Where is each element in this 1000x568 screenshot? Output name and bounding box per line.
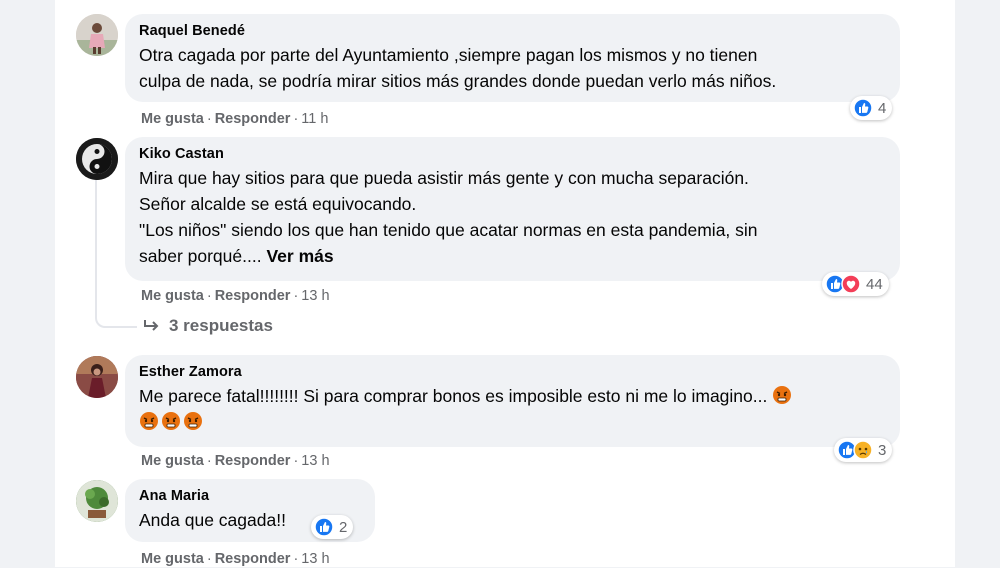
like-button[interactable]: Me gusta bbox=[141, 111, 204, 127]
separator: · bbox=[206, 111, 212, 127]
comment-text: Otra cagada por parte del Ayuntamiento ,… bbox=[139, 42, 886, 94]
emoji-line bbox=[139, 409, 886, 435]
reaction-summary[interactable]: 44 bbox=[822, 272, 889, 296]
separator: · bbox=[206, 288, 212, 304]
separator: · bbox=[293, 288, 299, 304]
comment-author[interactable]: Ana Maria bbox=[139, 487, 361, 505]
timestamp[interactable]: 13 h bbox=[301, 453, 329, 469]
comment-author[interactable]: Kiko Castan bbox=[139, 145, 886, 163]
reaction-summary[interactable]: 3 bbox=[834, 438, 893, 462]
like-button[interactable]: Me gusta bbox=[141, 551, 204, 567]
see-more-link[interactable]: Ver más bbox=[266, 246, 333, 266]
timestamp[interactable]: 11 h bbox=[301, 111, 328, 127]
comment-text: Me parece fatal!!!!!!!! Si para comprar … bbox=[139, 383, 886, 435]
angry-emoji-icon bbox=[161, 411, 181, 431]
reaction-count: 2 bbox=[339, 518, 348, 536]
separator: · bbox=[206, 551, 212, 567]
comment-actions: Me gusta · Responder · 13 h bbox=[141, 287, 330, 305]
reply-arrow-icon bbox=[144, 320, 159, 331]
timestamp[interactable]: 13 h bbox=[301, 288, 329, 304]
avatar[interactable] bbox=[76, 14, 118, 56]
comment-bubble: Raquel Benedé Otra cagada por parte del … bbox=[125, 14, 900, 102]
love-icon bbox=[841, 274, 861, 294]
replies-label: 3 respuestas bbox=[169, 316, 273, 335]
angry-emoji-icon bbox=[772, 385, 792, 405]
comment-text: Mira que hay sitios para que pueda asist… bbox=[139, 165, 886, 269]
comment-text-line: Otra cagada por parte del Ayuntamiento ,… bbox=[139, 45, 758, 65]
comment-actions: Me gusta · Responder · 13 h bbox=[141, 550, 330, 568]
separator: · bbox=[293, 453, 299, 469]
separator: · bbox=[293, 551, 299, 567]
like-icon bbox=[853, 98, 873, 118]
reaction-count: 44 bbox=[866, 275, 883, 293]
comment-text-line: Me parece fatal!!!!!!!! Si para comprar … bbox=[139, 383, 886, 409]
reply-button[interactable]: Responder bbox=[215, 551, 291, 567]
comment-text-line: Señor alcalde se está equivocando. bbox=[139, 194, 417, 214]
comment-actions: Me gusta · Responder · 13 h bbox=[141, 452, 330, 470]
reaction-count: 3 bbox=[878, 441, 887, 459]
comment-text-line: culpa de nada, se podría mirar sitios má… bbox=[139, 71, 777, 91]
timestamp[interactable]: 13 h bbox=[301, 551, 329, 567]
like-icon bbox=[314, 517, 334, 537]
comment-bubble: Kiko Castan Mira que hay sitios para que… bbox=[125, 137, 900, 281]
comment-author[interactable]: Esther Zamora bbox=[139, 363, 886, 381]
angry-emoji-icon bbox=[139, 411, 159, 431]
separator: · bbox=[206, 453, 212, 469]
reaction-count: 4 bbox=[878, 99, 887, 117]
reply-button[interactable]: Responder bbox=[215, 111, 291, 127]
reply-button[interactable]: Responder bbox=[215, 453, 291, 469]
avatar[interactable] bbox=[76, 356, 118, 398]
comment-text-line: "Los niños" siendo los que han tenido qu… bbox=[139, 220, 758, 240]
reaction-summary[interactable]: 2 bbox=[311, 515, 354, 539]
avatar[interactable] bbox=[76, 480, 118, 522]
angry-emoji-icon bbox=[183, 411, 203, 431]
comments-panel: Raquel Benedé Otra cagada por parte del … bbox=[55, 0, 955, 567]
comment-text-line: saber porqué.... Ver más bbox=[139, 243, 886, 269]
comment-bubble: Esther Zamora Me parece fatal!!!!!!!! Si… bbox=[125, 355, 900, 447]
separator: · bbox=[293, 111, 299, 127]
reaction-summary[interactable]: 4 bbox=[850, 96, 893, 120]
reply-button[interactable]: Responder bbox=[215, 288, 291, 304]
avatar[interactable] bbox=[76, 138, 118, 180]
sad-icon bbox=[853, 440, 873, 460]
comment-author[interactable]: Raquel Benedé bbox=[139, 22, 886, 40]
view-replies-button[interactable]: 3 respuestas bbox=[143, 316, 273, 336]
comment-text-fragment: Me parece fatal!!!!!!!! Si para comprar … bbox=[139, 386, 773, 406]
like-button[interactable]: Me gusta bbox=[141, 288, 204, 304]
like-button[interactable]: Me gusta bbox=[141, 453, 204, 469]
comment-actions: Me gusta · Responder · 11 h bbox=[141, 110, 328, 128]
comment-text-line: Mira que hay sitios para que pueda asist… bbox=[139, 168, 749, 188]
comment-text-fragment: saber porqué.... bbox=[139, 246, 267, 266]
